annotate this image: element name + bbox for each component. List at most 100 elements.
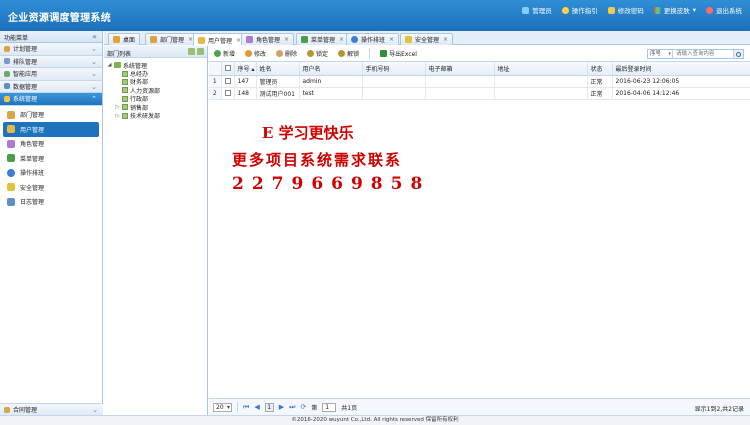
tab-menu[interactable]: 菜单管理 × — [296, 33, 350, 45]
logout-link[interactable]: 退出系统 — [706, 5, 742, 15]
column-header-status[interactable]: 状态 — [587, 62, 613, 76]
column-header-email[interactable]: 电子邮箱 — [425, 62, 495, 76]
sidebar-group-smart[interactable]: 智能应用 ⌄ — [0, 68, 102, 81]
prev-page-icon[interactable]: ◀ — [254, 403, 259, 411]
last-page-icon[interactable]: ⏭ — [289, 403, 295, 412]
chevron-down-icon: ⌄ — [91, 57, 97, 66]
export-excel-button[interactable]: 导出Excel — [380, 49, 417, 58]
page-size-select[interactable]: 20 — [213, 402, 232, 412]
row-checkbox-cell[interactable] — [221, 87, 235, 100]
sidebar-item-log[interactable]: 日志管理 — [0, 195, 102, 210]
column-header-username[interactable]: 用户名 — [299, 62, 363, 76]
collapse-toggle-icon[interactable]: ◢ — [107, 62, 112, 68]
refresh-icon[interactable]: ⟳ — [300, 403, 306, 411]
tree-tools — [188, 48, 204, 55]
chevron-down-icon: ⌄ — [92, 406, 98, 414]
tree-node-root[interactable]: ◢ 系统管理 — [107, 61, 204, 70]
collapse-all-icon[interactable] — [197, 48, 204, 55]
add-button[interactable]: 新增 — [214, 49, 235, 58]
cell-email — [425, 87, 495, 100]
search-button[interactable] — [733, 50, 743, 58]
search-field-select[interactable]: 序号 — [648, 50, 673, 58]
excel-icon — [380, 50, 388, 57]
tab-schedule[interactable]: 操作排班 × — [346, 33, 400, 45]
close-icon[interactable]: × — [284, 36, 289, 43]
current-user-link[interactable]: 管理员 — [522, 5, 552, 15]
department-tree-header: 部门列表 — [104, 46, 207, 58]
sidebar-group-system[interactable]: 系统管理 ⌃ — [0, 93, 102, 106]
user-grid: 新增 修改 删除 锁定 解锁 导出Excel 序号 ▾ 请输入查询内容 序号 ▴… — [209, 46, 750, 415]
close-icon[interactable]: × — [443, 36, 448, 43]
bulb-icon — [561, 6, 569, 14]
tab-desktop[interactable]: 桌面 — [108, 33, 141, 45]
column-header-id[interactable]: 序号 ▴ — [234, 62, 257, 76]
expand-toggle-icon[interactable]: ▷ — [115, 104, 120, 110]
home-icon — [113, 36, 120, 43]
tree-node[interactable]: 行政部 — [107, 95, 204, 103]
checkbox[interactable] — [224, 65, 231, 72]
watermark-line-1: E 学习更快乐 — [262, 124, 354, 142]
page-number-input[interactable]: 1 — [322, 402, 337, 412]
sidebar-item-security[interactable]: 安全管理 — [0, 180, 102, 195]
unlock-button[interactable]: 解锁 — [338, 49, 359, 58]
palette-icon — [653, 6, 661, 14]
cell-address — [494, 87, 588, 100]
search-input[interactable] — [673, 50, 733, 58]
current-page-button[interactable]: 1 — [264, 402, 274, 412]
grid-toolbar: 新增 修改 删除 锁定 解锁 导出Excel 序号 — [209, 46, 750, 62]
column-header-address[interactable]: 地址 — [494, 62, 588, 76]
shield-icon — [7, 183, 15, 192]
tab-role[interactable]: 角色管理 × — [241, 33, 295, 45]
tab-security[interactable]: 安全管理 × — [400, 33, 454, 45]
column-header-last-login[interactable]: 最后登录时间 — [612, 62, 750, 76]
sidebar-group-data[interactable]: 数据管理 ⌄ — [0, 80, 102, 93]
delete-button-label: 删除 — [285, 51, 298, 58]
tree-node[interactable]: 人力资源部 — [107, 86, 204, 95]
sidebar-item-role[interactable]: 角色管理 — [0, 137, 102, 152]
sidebar-item-user[interactable]: 用户管理 — [3, 122, 99, 137]
tab-department[interactable]: 部门管理 × — [145, 33, 199, 45]
power-icon — [706, 6, 713, 14]
operation-guide-link[interactable]: 操作指引 — [561, 5, 598, 15]
sidebar-group-plan[interactable]: 计划管理 ⌄ — [0, 43, 102, 56]
close-icon[interactable]: × — [339, 36, 344, 43]
sidebar-group-label: 排队管理 — [13, 58, 38, 66]
cell-phone — [362, 75, 426, 88]
close-icon[interactable]: × — [389, 36, 394, 43]
column-header-name[interactable]: 姓名 — [256, 62, 300, 76]
delete-button[interactable]: 删除 — [276, 49, 297, 58]
tree-node-expandable[interactable]: ▷ 技术研发部 — [107, 111, 204, 120]
sidebar-group-queue[interactable]: 排队管理 ⌄ — [0, 55, 102, 68]
tab-label: 操作排班 — [361, 37, 386, 44]
sidebar-item-department[interactable]: 部门管理 — [0, 108, 102, 123]
expand-all-icon[interactable] — [188, 48, 195, 55]
select-all-checkbox[interactable] — [221, 62, 235, 76]
change-skin-dropdown[interactable]: 更换皮肤 ▾ — [653, 5, 696, 15]
next-page-icon[interactable]: ▶ — [279, 403, 284, 411]
sidebar-item-menu[interactable]: 菜单管理 — [0, 151, 102, 166]
header-actions: 管理员 操作指引 修改密码 更换皮肤 ▾ 退出系统 — [522, 5, 742, 15]
edit-button[interactable]: 修改 — [245, 49, 266, 58]
column-header-phone[interactable]: 手机号码 — [362, 62, 426, 76]
logout-label: 退出系统 — [716, 7, 742, 15]
cell-last-login: 2016-04-06 14:12:46 — [612, 87, 750, 100]
sidebar-item-schedule[interactable]: 操作排班 — [0, 166, 102, 181]
sidebar-item-label: 用户管理 — [20, 126, 45, 134]
department-tree: ◢ 系统管理 总经办 财务部 人力资源部 行政部 ▷ 销售部 ▷ 技术研发部 — [104, 58, 207, 123]
tab-label: 桌面 — [123, 37, 136, 44]
tab-user[interactable]: 用户管理 × — [193, 33, 247, 46]
change-password-link[interactable]: 修改密码 — [607, 5, 644, 15]
collapse-sidebar-icon[interactable]: « — [92, 32, 97, 41]
checkbox[interactable] — [224, 78, 231, 84]
cell-name: 管理员 — [256, 75, 300, 88]
first-page-icon[interactable]: ⏮ — [243, 403, 249, 412]
table-row[interactable]: 2 148 测试用户001 test 正常 2016-04-06 14:12:4… — [209, 87, 750, 100]
tab-label: 角色管理 — [256, 37, 281, 44]
checkbox[interactable] — [224, 90, 231, 96]
tree-node[interactable]: 总经办 — [107, 69, 204, 78]
expand-toggle-icon[interactable]: ▷ — [115, 113, 120, 119]
sidebar-group-contract[interactable]: 合同管理 ⌄ — [0, 403, 103, 415]
table-row[interactable]: 1 147 管理员 admin 正常 2016-06-23 12:06:05 — [209, 75, 750, 88]
lock-button[interactable]: 锁定 — [307, 49, 328, 58]
row-checkbox-cell[interactable] — [221, 75, 235, 88]
